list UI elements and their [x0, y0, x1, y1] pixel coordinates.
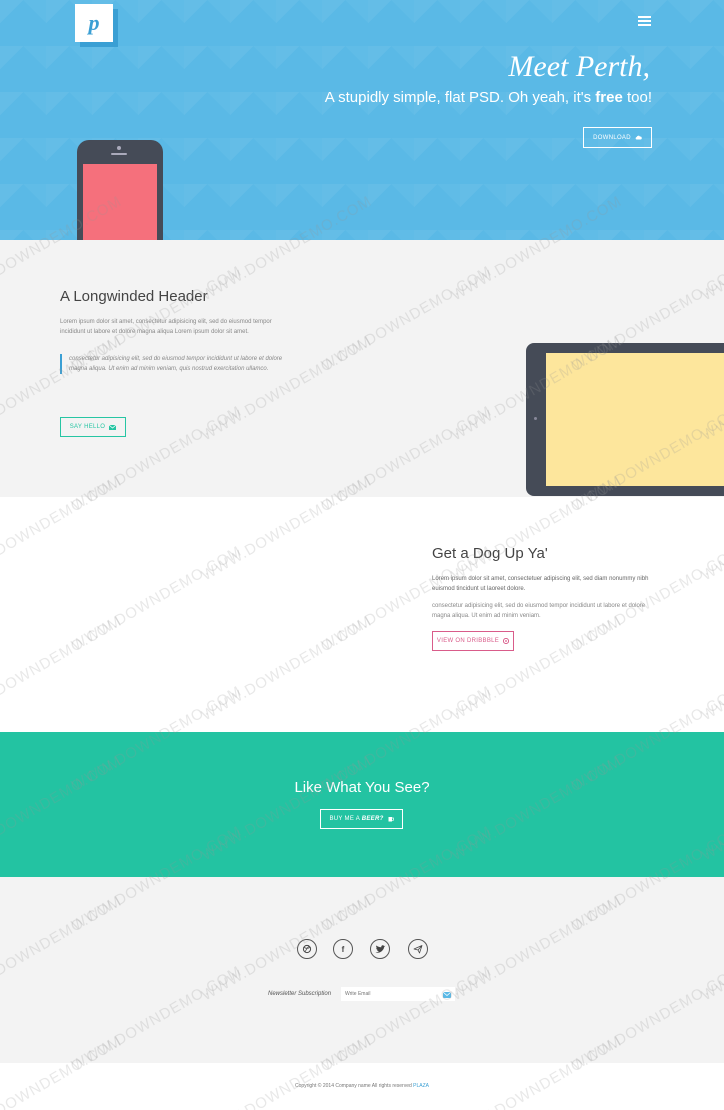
newsletter-submit-button[interactable]	[442, 990, 451, 998]
buy-beer-button[interactable]: BUY ME A BEER?	[320, 809, 403, 829]
footer-link[interactable]: PLAZA	[413, 1083, 429, 1089]
dog-paragraph-2: consectetur adipisicing elit, sed do eiu…	[432, 603, 646, 619]
facebook-glyph: f	[341, 944, 345, 954]
buy-beer-label: BUY ME A BEER?	[329, 816, 383, 822]
longwinded-heading: A Longwinded Header	[60, 288, 208, 305]
tablet-illustration	[526, 343, 724, 496]
dog-paragraph-1: Lorem ipsum dolor sit amet, consectetuer…	[432, 576, 649, 592]
dog-section: Get a Dog Up Ya' Lorem ipsum dolor sit a…	[0, 497, 724, 732]
phone-camera	[117, 146, 121, 150]
menu-icon[interactable]	[638, 16, 651, 26]
longwinded-section: A Longwinded Header Lorem ipsum dolor si…	[0, 240, 724, 497]
like-section: Like What You See? BUY ME A BEER?	[0, 732, 724, 877]
dribbble-button-label: VIEW ON DRIBBBLE	[436, 638, 500, 644]
view-on-dribbble-button[interactable]: VIEW ON DRIBBBLE	[432, 631, 514, 651]
newsletter-email-input[interactable]	[341, 987, 455, 1001]
send-glyph	[413, 945, 423, 954]
hero-subtitle-post: too!	[622, 89, 652, 106]
logo-letter: p	[75, 4, 113, 42]
hero-section: p Meet Perth, A stupidly simple, flat PS…	[0, 0, 724, 240]
hero-subtitle-pre: A stupidly simple, flat PSD. Oh yeah, it…	[324, 89, 596, 106]
footer: Copyright © 2014 Company name All rights…	[0, 1063, 724, 1110]
say-hello-label: SAY HELLO	[69, 424, 106, 430]
dribbble-icon[interactable]	[297, 939, 317, 959]
subscribe-icon	[442, 991, 451, 998]
beer-icon	[388, 817, 394, 822]
download-button[interactable]: DOWNLOAD	[583, 127, 652, 148]
copyright-text: Copyright © 2014 Company name All rights…	[0, 1083, 724, 1089]
tablet-screen	[546, 353, 724, 486]
download-button-label: DOWNLOAD	[593, 134, 631, 141]
hero-title: Meet Perth,	[508, 50, 650, 83]
dribbble-glyph	[302, 944, 312, 954]
longwinded-quote: consectetur adipisicing elit, sed do eiu…	[60, 354, 284, 374]
tablet-button	[534, 417, 537, 420]
phone-illustration	[77, 140, 163, 240]
hero-subtitle: A stupidly simple, flat PSD. Oh yeah, it…	[325, 89, 652, 106]
copyright-label: Copyright © 2014 Company name All rights…	[294, 1083, 414, 1089]
longwinded-paragraph: Lorem ipsum dolor sit amet, consectetur …	[60, 319, 272, 335]
social-section: f Newsletter Subscription	[0, 877, 724, 1063]
dribbble-icon	[503, 638, 510, 644]
like-heading: Like What You See?	[294, 779, 430, 796]
dog-heading: Get a Dog Up Ya'	[432, 545, 548, 562]
buy-beer-label-pre: BUY ME A	[329, 816, 362, 822]
phone-speaker	[111, 153, 127, 155]
phone-screen	[83, 164, 157, 240]
twitter-icon[interactable]	[370, 939, 390, 959]
buy-beer-label-bold: BEER?	[361, 816, 384, 822]
envelope-icon	[109, 424, 117, 430]
send-icon[interactable]	[408, 939, 428, 959]
cloud-download-icon	[635, 135, 642, 140]
newsletter-label: Newsletter Subscription	[268, 991, 332, 997]
logo[interactable]: p	[75, 4, 119, 47]
say-hello-button[interactable]: SAY HELLO	[60, 417, 126, 437]
facebook-icon[interactable]: f	[333, 939, 353, 959]
hero-subtitle-bold: free	[595, 89, 623, 106]
twitter-glyph	[375, 944, 385, 953]
